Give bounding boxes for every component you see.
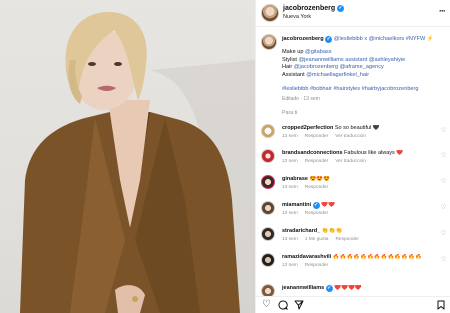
comment-like-icon[interactable]: ♡ <box>441 230 446 237</box>
comment-like-icon[interactable]: ♡ <box>441 127 446 134</box>
comment-like-icon[interactable]: ♡ <box>441 256 446 263</box>
para-ti-label: Para ti <box>282 110 298 116</box>
reply-button[interactable]: Responder <box>305 159 328 164</box>
comment-text: 😍😍😍 <box>309 176 331 182</box>
commenter-username[interactable]: ginabrase <box>282 176 308 182</box>
commenter-username[interactable]: stradarichard_ <box>282 228 320 234</box>
verified-icon: ✓ <box>325 285 333 292</box>
caption-hashtags[interactable]: #lesliebibb #bobhair #hairstyles #hairby… <box>282 86 447 92</box>
post-action-bar: ♡ <box>256 296 450 313</box>
post-photo[interactable] <box>0 0 255 313</box>
caption-meta: Editado · 13 sem <box>282 96 320 102</box>
credit-stylist: Stylist @jeanannwilliams assistant @ashl… <box>282 56 406 63</box>
commenter-avatar[interactable] <box>261 227 275 241</box>
commenter-username[interactable]: miamantini <box>282 202 311 208</box>
comment-like-icon[interactable]: ♡ <box>441 178 446 185</box>
comment-text: ❤️❤️❤️❤️ <box>334 285 362 291</box>
commenter-username[interactable]: cropped2perfection <box>282 125 333 131</box>
commenter-username[interactable]: brandsandconnections <box>282 150 343 156</box>
commenter-username[interactable]: jeanannwilliams <box>282 285 324 291</box>
more-icon[interactable]: ··· <box>439 6 446 16</box>
comment-icon[interactable] <box>278 300 289 313</box>
comment-text: ❤️❤️ <box>321 202 335 208</box>
comment-text: 🔥🔥🔥🔥🔥🔥🔥🔥🔥🔥🔥🔥🔥 <box>332 254 422 260</box>
bookmark-icon[interactable] <box>437 300 445 313</box>
caption-mentions[interactable]: @lesliebibb x @michaelkors #NYFW <box>334 36 426 42</box>
credit-assistant: Assistant @michaellagarfinkel_hair <box>282 71 370 78</box>
caption-credits: Make up @gitabass Stylist @jeanannwillia… <box>282 49 447 79</box>
reply-button[interactable]: Responder <box>305 185 328 190</box>
reply-button[interactable]: Responder <box>305 211 328 216</box>
comment-text: Fabulous like always ❤️ <box>344 150 404 156</box>
commenter-username[interactable]: ramazidavarashvili <box>282 254 331 260</box>
likes-count[interactable]: 1 Me gusta <box>305 237 329 242</box>
caption-first-line: jacobrozenberg ✓ @lesliebibb x @michaelk… <box>282 36 447 43</box>
caption-username[interactable]: jacobrozenberg <box>282 36 324 42</box>
post-header: jacobrozenberg ✓ Nueva York ··· <box>256 0 450 27</box>
translate-button[interactable]: Ver traducción <box>335 134 366 139</box>
commenter-avatar[interactable] <box>261 149 275 163</box>
verified-icon: ✓ <box>325 36 333 43</box>
comment-item: stradarichard_ 👏👏👏 13 sem 1 Me gusta Respo… <box>256 225 450 253</box>
credit-makeup: Make up @gitabass <box>282 49 332 55</box>
photo-illustration <box>20 12 255 313</box>
comment-text: So so beautiful 🖤 <box>334 125 380 131</box>
comment-item: miamantini ✓ ❤️❤️ 13 sem Responder ♡ <box>256 199 450 227</box>
post-detail-panel: jacobrozenberg ✓ Nueva York ··· jacobroz… <box>255 0 450 313</box>
author-username[interactable]: jacobrozenberg <box>283 5 335 12</box>
commenter-avatar[interactable] <box>261 175 275 189</box>
author-username-row[interactable]: jacobrozenberg ✓ <box>283 5 345 12</box>
translate-button[interactable]: Ver traducción <box>335 159 366 164</box>
author-avatar[interactable] <box>261 4 279 22</box>
reply-button[interactable]: Responder <box>305 134 328 139</box>
comment-like-icon[interactable]: ♡ <box>441 152 446 159</box>
comment-item: ramazidavarashvili 🔥🔥🔥🔥🔥🔥🔥🔥🔥🔥🔥🔥🔥 13 sem R… <box>256 251 450 279</box>
lightning-emoji: ⚡ <box>426 36 434 42</box>
commenter-avatar[interactable] <box>261 124 275 138</box>
comment-like-icon[interactable]: ♡ <box>441 204 446 211</box>
heart-icon[interactable]: ♡ <box>262 300 271 310</box>
credit-hair: Hair @jacobrozenberg @aframe_agency <box>282 64 384 70</box>
caption-avatar[interactable] <box>261 34 277 50</box>
comment-item: cropped2perfection So so beautiful 🖤 13 … <box>256 122 450 150</box>
reply-button[interactable]: Responder <box>305 263 328 268</box>
share-icon[interactable] <box>294 300 304 313</box>
commenter-avatar[interactable] <box>261 201 275 215</box>
verified-icon: ✓ <box>312 202 320 209</box>
verified-icon: ✓ <box>337 5 345 12</box>
reply-button[interactable]: Responder <box>335 237 358 242</box>
commenter-avatar[interactable] <box>261 253 275 267</box>
comment-text: 👏👏👏 <box>321 228 343 234</box>
post-location[interactable]: Nueva York <box>283 14 311 20</box>
comment-item: brandsandconnections Fabulous like alway… <box>256 147 450 175</box>
comment-item: ginabrase 😍😍😍 13 sem Responder ♡ <box>256 173 450 201</box>
